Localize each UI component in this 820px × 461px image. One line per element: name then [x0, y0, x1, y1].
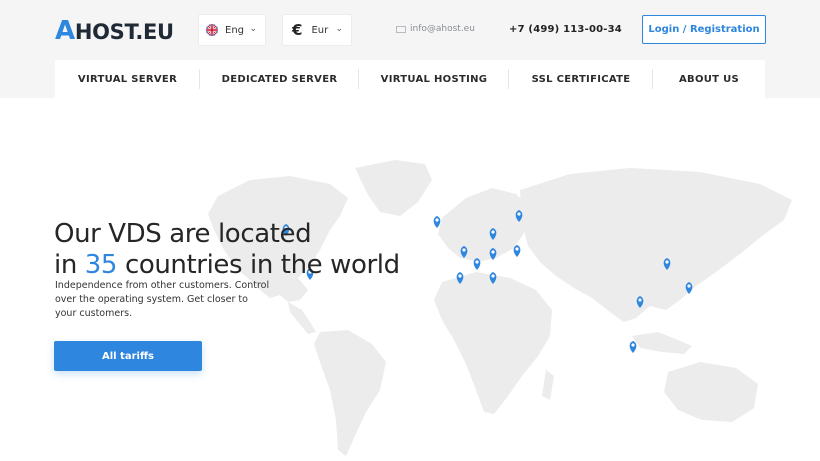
map-pin-icon[interactable]: [473, 258, 481, 270]
hero-title-line1: Our VDS are located: [54, 219, 312, 249]
logo[interactable]: AHOST.EU: [55, 16, 174, 46]
hero-title: Our VDS are located in 35 countries in t…: [54, 219, 400, 281]
language-selector[interactable]: Eng ⌄: [198, 14, 266, 46]
main-nav: VIRTUAL SERVER DEDICATED SERVER VIRTUAL …: [55, 60, 765, 98]
nav-dedicated-server[interactable]: DEDICATED SERVER: [200, 60, 359, 98]
nav-ssl-certificate[interactable]: SSL CERTIFICATE: [509, 60, 653, 98]
envelope-icon: [396, 25, 406, 33]
world-map: [208, 160, 792, 456]
hero-subtitle: Independence from other customers. Contr…: [55, 280, 270, 319]
chevron-down-icon: ⌄: [249, 24, 257, 34]
map-pin-icon[interactable]: [513, 245, 521, 257]
map-pin-icon[interactable]: [433, 216, 441, 228]
login-registration-button[interactable]: Login / Registration: [642, 15, 766, 44]
chevron-down-icon: ⌄: [335, 24, 343, 34]
country-count: 35: [84, 250, 118, 280]
map-land: [208, 160, 792, 456]
currency-selector[interactable]: € Eur ⌄: [282, 14, 352, 46]
hero-title-line2: in 35 countries in the world: [54, 250, 400, 280]
map-pin-icon[interactable]: [629, 341, 637, 353]
currency-value: Eur: [311, 24, 329, 36]
all-tariffs-button[interactable]: All tariffs: [54, 341, 202, 371]
euro-icon: €: [292, 21, 303, 39]
email-text: info@ahost.eu: [410, 24, 475, 34]
email-link[interactable]: info@ahost.eu: [396, 24, 475, 34]
phone-number[interactable]: +7 (499) 113-00-34: [509, 24, 622, 35]
nav-virtual-server[interactable]: VIRTUAL SERVER: [55, 60, 200, 98]
uk-flag-icon: [206, 24, 218, 36]
nav-virtual-hosting[interactable]: VIRTUAL HOSTING: [359, 60, 509, 98]
nav-about-us[interactable]: ABOUT US: [653, 60, 765, 98]
language-value: Eng: [225, 24, 245, 36]
